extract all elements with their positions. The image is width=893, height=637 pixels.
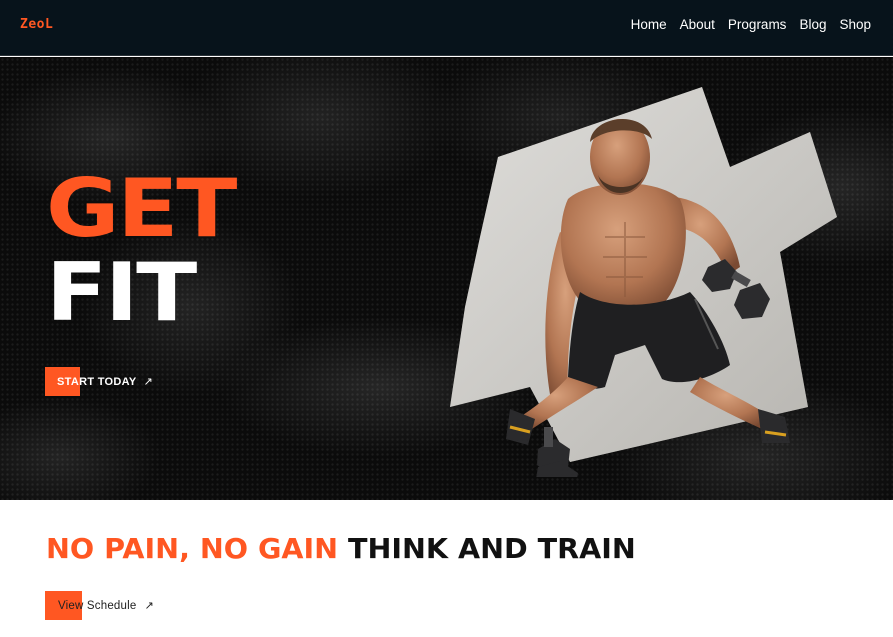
nav-home-link[interactable]: Home [631, 17, 667, 32]
tagline-orange: NO PAIN, NO GAIN [46, 532, 339, 565]
cta-label: START TODAY [57, 375, 137, 388]
nav-shop-link[interactable]: Shop [839, 17, 871, 32]
tagline-heading: NO PAIN, NO GAIN THINK AND TRAIN [46, 532, 636, 566]
brand-logo[interactable]: ZeoL [20, 17, 53, 32]
top-navbar: ZeoL Home About Programs Blog Shop [0, 0, 893, 56]
tagline-dark: THINK AND TRAIN [348, 532, 636, 565]
hero-section: GET FIT START TODAY ↗ [0, 57, 893, 500]
arrow-up-right-icon: ↗ [144, 599, 154, 612]
view-schedule-button[interactable]: View Schedule ↗ [45, 591, 154, 620]
nav-about-link[interactable]: About [680, 17, 715, 32]
athlete-hero-image [450, 87, 837, 477]
start-today-button[interactable]: START TODAY ↗ [45, 367, 153, 396]
main-nav: Home About Programs Blog Shop [631, 17, 871, 32]
schedule-label: View Schedule [58, 599, 137, 612]
hero-title-fit: FIT [46, 246, 197, 339]
arrow-up-right-icon: ↗ [143, 375, 153, 388]
nav-programs-link[interactable]: Programs [728, 17, 787, 32]
hero-title-get: GET [46, 162, 237, 255]
nav-blog-link[interactable]: Blog [799, 17, 826, 32]
